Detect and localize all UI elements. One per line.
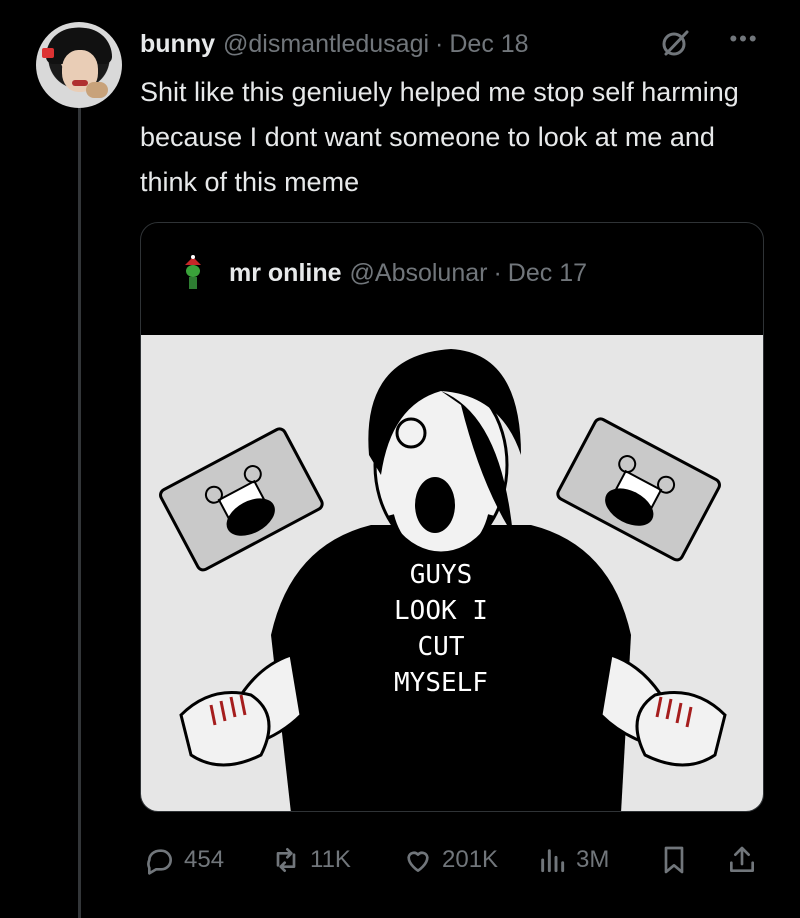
reply-button[interactable]: 454 [144,838,224,882]
share-button[interactable] [726,838,758,882]
separator-dot: · [493,259,502,287]
repost-icon [276,848,296,872]
reply-icon [147,849,172,875]
quoted-post-date[interactable]: Dec 17 [508,259,587,288]
meme-text-line: CUT [418,632,465,662]
quoted-post-header: mr online @Absolunar · Dec 17 [229,259,587,288]
view-count: 3M [576,846,610,873]
post-actions: 454 11K 201K 3M [140,838,770,882]
author-avatar[interactable] [36,22,122,108]
right-razor-icon [556,417,721,562]
meme-text-line: GUYS [410,560,473,590]
quoted-author-handle[interactable]: @Absolunar [350,259,488,288]
bookmark-icon [664,846,684,874]
author-name[interactable]: bunny [140,30,215,59]
like-count: 201K [442,846,499,873]
meme-image[interactable]: GUYS LOOK I CUT MYSELF [141,335,763,811]
quoted-author-name[interactable]: mr online [229,259,342,288]
left-razor-icon [159,427,324,572]
heart-icon [407,851,429,872]
repost-count: 11K [310,846,351,873]
more-icon[interactable]: ••• [724,28,764,52]
meme-text-line: LOOK I [394,596,488,626]
repost-button[interactable]: 11K [270,838,351,882]
like-button[interactable]: 201K [402,838,498,882]
post-header: bunny @dismantledusagi · Dec 18 [140,28,529,60]
share-icon [730,846,754,872]
reply-count: 454 [184,846,225,873]
views-icon [541,849,565,873]
author-handle[interactable]: @dismantledusagi [223,30,429,59]
grok-icon[interactable] [660,28,690,58]
bookmark-button[interactable] [658,838,690,882]
meme-illustration: GUYS LOOK I CUT MYSELF [159,349,727,811]
post-text: Shit like this geniuely helped me stop s… [140,77,739,197]
views-button[interactable]: 3M [536,838,609,882]
quoted-post[interactable]: mr online @Absolunar · Dec 17 GUYS LOOK … [140,222,764,812]
meme-text-line: MYSELF [394,668,488,698]
post-date[interactable]: Dec 18 [449,30,528,59]
quoted-author-avatar[interactable] [171,253,215,297]
separator-dot: · [435,29,444,58]
thread-line [78,108,81,918]
